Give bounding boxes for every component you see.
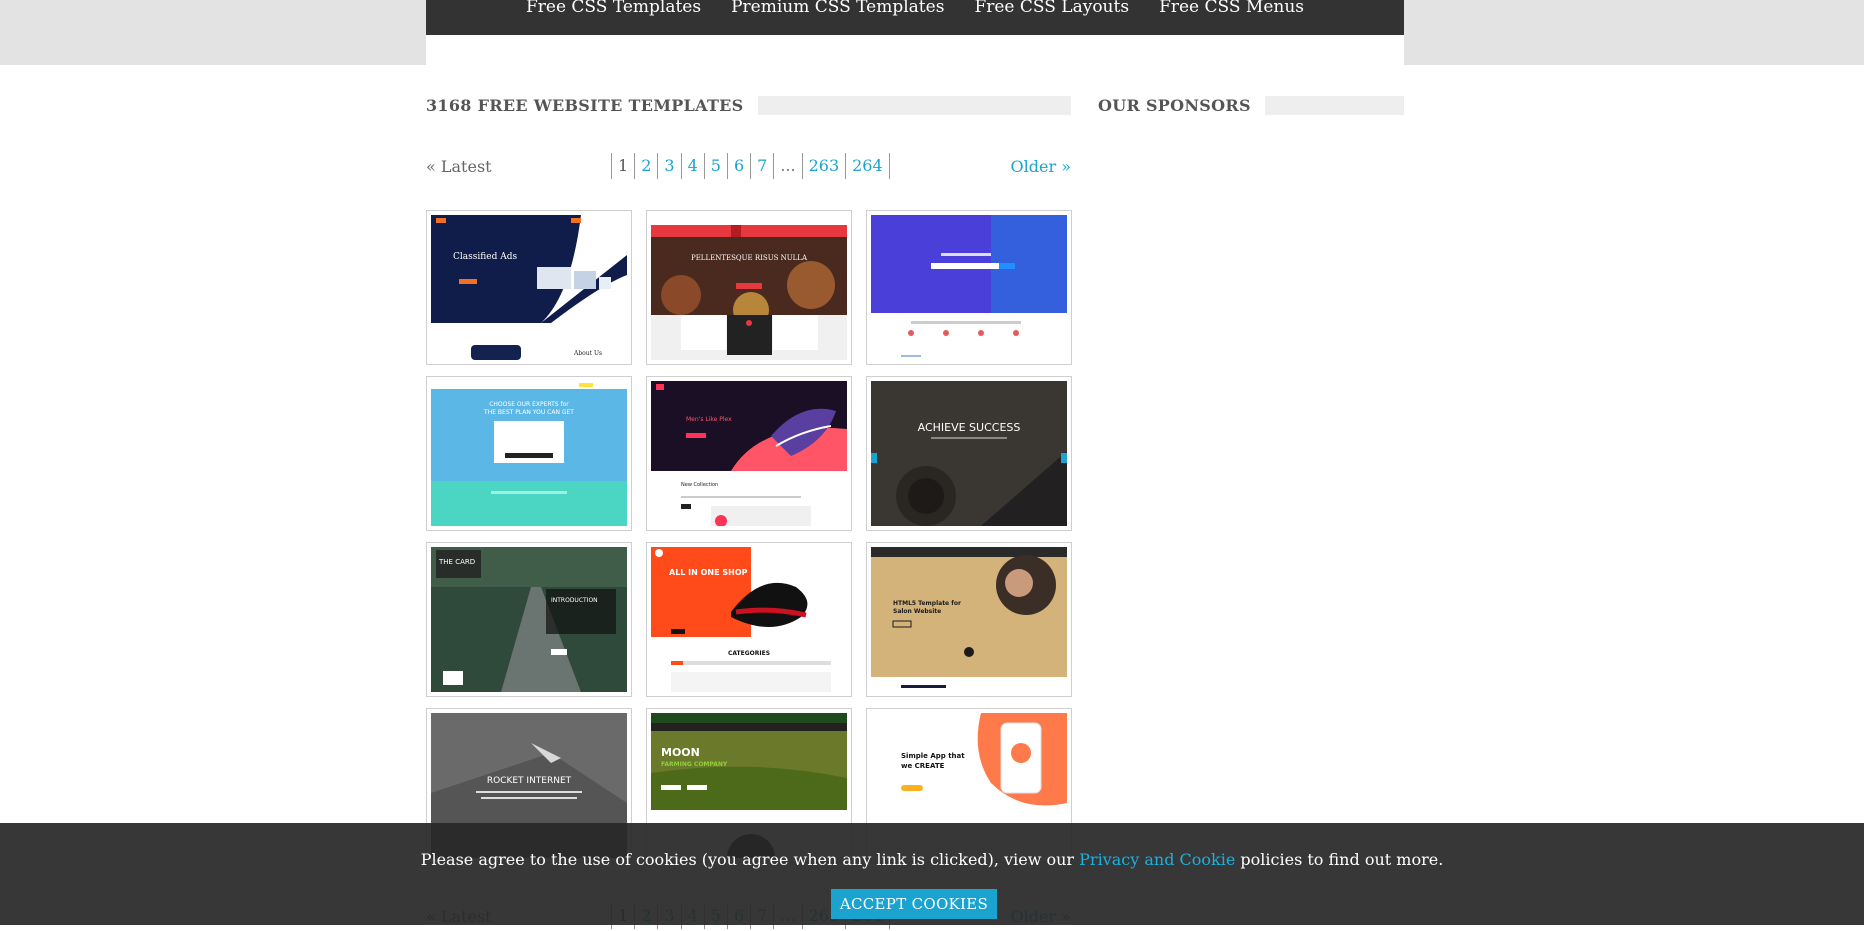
template-preview-image: Men's Like Plex New Collection — [651, 381, 847, 526]
template-thumbnail[interactable]: ALL IN ONE SHOP CATEGORIES — [646, 542, 852, 697]
cookie-banner: Please agree to the use of cookies (you … — [0, 823, 1864, 925]
template-text: CHOOSE OUR EXPERTS for — [489, 401, 569, 408]
latest-link[interactable]: « Latest — [426, 157, 492, 176]
nav-premium-css-templates[interactable]: Premium CSS Templates — [731, 0, 944, 35]
template-text: THE CARD — [438, 558, 475, 566]
template-preview-image: CHOOSE OUR EXPERTS for THE BEST PLAN YOU… — [431, 381, 627, 526]
template-preview-image: ACHIEVE SUCCESS — [871, 381, 1067, 526]
template-thumbnail[interactable]: Men's Like Plex New Collection — [646, 376, 852, 531]
template-text: About Us — [573, 350, 602, 357]
page-link-5[interactable]: 5 — [705, 153, 728, 179]
template-thumbnail[interactable]: CHOOSE OUR EXPERTS for THE BEST PLAN YOU… — [426, 376, 632, 531]
top-nav: Free CSS Templates Premium CSS Templates… — [426, 0, 1404, 35]
template-preview-image: PELLENTESQUE RISUS NULLA — [651, 215, 847, 360]
template-text: CATEGORIES — [728, 650, 770, 657]
template-preview-image: HTML5 Template for Salon Website — [871, 547, 1067, 692]
heading-bar — [757, 95, 1071, 115]
page-link-2[interactable]: 2 — [635, 153, 659, 179]
accept-cookies-button[interactable]: ACCEPT COOKIES — [831, 889, 997, 919]
template-text: ROCKET INTERNET — [487, 776, 572, 786]
header-strip — [426, 35, 1404, 65]
cookie-message: Please agree to the use of cookies (you … — [0, 850, 1864, 869]
template-text: FARMING COMPANY — [661, 761, 728, 768]
page-link-6[interactable]: 6 — [728, 153, 752, 179]
template-text: THE BEST PLAN YOU CAN GET — [483, 409, 574, 416]
page-link-1: 1 — [612, 153, 636, 179]
template-text: Men's Like Plex — [686, 416, 732, 423]
template-text: PELLENTESQUE RISUS NULLA — [691, 254, 808, 262]
sponsors-heading: OUR SPONSORS — [1098, 94, 1404, 116]
page-ellipsis: ... — [774, 153, 803, 179]
template-thumbnail[interactable]: THE CARD INTRODUCTION — [426, 542, 632, 697]
template-thumbnail[interactable]: Classified Ads About Us — [426, 210, 632, 365]
page-link-3[interactable]: 3 — [658, 153, 682, 179]
older-link[interactable]: Older » — [1011, 157, 1071, 176]
nav-free-css-layouts[interactable]: Free CSS Layouts — [974, 0, 1129, 35]
nav-free-css-menus[interactable]: Free CSS Menus — [1159, 0, 1304, 35]
page-link-4[interactable]: 4 — [682, 153, 705, 179]
template-thumbnail[interactable]: PELLENTESQUE RISUS NULLA — [646, 210, 852, 365]
template-text: ACHIEVE SUCCESS — [918, 421, 1021, 434]
template-text: MOON — [661, 746, 700, 759]
template-preview-image: THE CARD INTRODUCTION — [431, 547, 627, 692]
template-preview-image: Classified Ads About Us — [431, 215, 627, 360]
template-grid: Classified Ads About Us PELLENTESQUE RIS… — [426, 210, 1072, 863]
templates-heading: 3168 FREE WEBSITE TEMPLATES — [426, 94, 1071, 116]
template-preview-image — [871, 215, 1067, 360]
page-list: 1 2 3 4 5 6 7 ... 263 264 — [611, 153, 890, 179]
template-text: Simple App that — [901, 752, 965, 760]
template-preview-image: ALL IN ONE SHOP CATEGORIES — [651, 547, 847, 692]
templates-heading-text: 3168 FREE WEBSITE TEMPLATES — [426, 95, 744, 115]
nav-free-css-templates[interactable]: Free CSS Templates — [526, 0, 701, 35]
privacy-cookie-link[interactable]: Privacy and Cookie — [1079, 850, 1235, 869]
cookie-text: Please agree to the use of cookies (you … — [420, 850, 1075, 869]
template-thumbnail[interactable] — [866, 210, 1072, 365]
template-text: INTRODUCTION — [551, 597, 598, 604]
template-text: ALL IN ONE SHOP — [669, 568, 748, 577]
heading-bar — [1264, 95, 1404, 115]
page-link-264[interactable]: 264 — [846, 153, 890, 179]
sponsors-heading-text: OUR SPONSORS — [1098, 95, 1251, 115]
cookie-text-end: policies to find out more. — [1240, 850, 1444, 869]
page-link-263[interactable]: 263 — [803, 153, 847, 179]
template-text: Classified Ads — [453, 252, 517, 262]
template-text: Salon Website — [893, 608, 941, 615]
template-text: HTML5 Template for — [893, 600, 961, 607]
page-link-7[interactable]: 7 — [751, 153, 775, 179]
template-text: New Collection — [681, 482, 718, 488]
pager-top: « Latest 1 2 3 4 5 6 7 ... 263 264 Older… — [426, 153, 1071, 181]
template-thumbnail[interactable]: HTML5 Template for Salon Website — [866, 542, 1072, 697]
template-text: we CREATE — [901, 762, 945, 770]
template-thumbnail[interactable]: ACHIEVE SUCCESS — [866, 376, 1072, 531]
